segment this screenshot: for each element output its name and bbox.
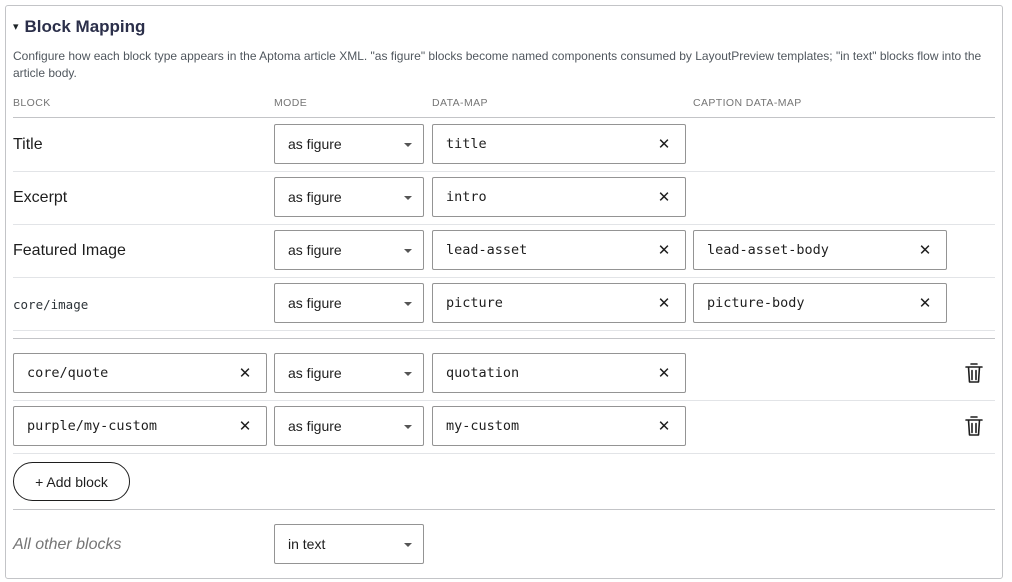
chevron-down-icon <box>404 249 412 253</box>
data-map-field-title: ✕ <box>432 124 686 164</box>
column-header-mode: MODE <box>274 97 308 109</box>
row-divider <box>13 400 995 401</box>
chevron-down-icon <box>404 425 412 429</box>
data-map-input[interactable] <box>433 354 643 392</box>
mode-select-value: as figure <box>288 242 342 258</box>
panel-toggle[interactable]: ▾ Block Mapping <box>13 17 145 37</box>
row-label-core-image: core/image <box>13 297 89 312</box>
row-divider <box>13 171 995 172</box>
section-divider <box>13 338 995 339</box>
trash-icon[interactable] <box>964 415 984 437</box>
close-icon[interactable]: ✕ <box>657 136 671 152</box>
mode-select-value: as figure <box>288 136 342 152</box>
caption-data-map-field-core-image: ✕ <box>693 283 947 323</box>
custom-block-input[interactable] <box>14 354 224 392</box>
data-map-field-featured-image: ✕ <box>432 230 686 270</box>
column-header-data-map: DATA-MAP <box>432 97 488 109</box>
close-icon[interactable]: ✕ <box>238 418 252 434</box>
data-map-input[interactable] <box>433 178 643 216</box>
chevron-down-icon <box>404 372 412 376</box>
data-map-field-core-image: ✕ <box>432 283 686 323</box>
mode-select-title[interactable]: as figure <box>274 124 424 164</box>
mode-select-value: in text <box>288 536 326 552</box>
mode-select-core-image[interactable]: as figure <box>274 283 424 323</box>
mode-select-value: as figure <box>288 189 342 205</box>
row-label-excerpt: Excerpt <box>13 189 68 206</box>
panel-title: Block Mapping <box>24 17 146 36</box>
column-header-block: BLOCK <box>13 97 51 109</box>
custom-block-input[interactable] <box>14 407 224 445</box>
close-icon[interactable]: ✕ <box>918 295 932 311</box>
row-label-featured-image: Featured Image <box>13 242 126 259</box>
chevron-down-icon <box>404 143 412 147</box>
caption-data-map-field-featured-image: ✕ <box>693 230 947 270</box>
mode-select-fallback[interactable]: in text <box>274 524 424 564</box>
data-map-field-core-quote: ✕ <box>432 353 686 393</box>
data-map-input[interactable] <box>433 125 643 163</box>
close-icon[interactable]: ✕ <box>657 295 671 311</box>
data-map-field-my-custom: ✕ <box>432 406 686 446</box>
close-icon[interactable]: ✕ <box>657 365 671 381</box>
data-map-field-excerpt: ✕ <box>432 177 686 217</box>
panel-description: Configure how each block type appears in… <box>13 49 982 80</box>
chevron-down-icon <box>404 543 412 547</box>
caption-data-map-input[interactable] <box>694 284 904 322</box>
mode-select-core-quote[interactable]: as figure <box>274 353 424 393</box>
block-mapping-panel: ▾ Block Mapping Configure how each block… <box>5 5 1003 579</box>
close-icon[interactable]: ✕ <box>238 365 252 381</box>
trash-icon[interactable] <box>964 362 984 384</box>
section-divider <box>13 509 995 510</box>
mode-select-value: as figure <box>288 365 342 381</box>
row-divider <box>13 277 995 278</box>
fallback-label: All other blocks <box>13 536 122 553</box>
row-divider <box>13 330 995 331</box>
column-header-caption-data-map: CAPTION DATA-MAP <box>693 97 802 109</box>
row-divider <box>13 224 995 225</box>
row-label-title: Title <box>13 136 43 153</box>
data-map-input[interactable] <box>433 407 643 445</box>
add-block-button[interactable]: + Add block <box>13 462 130 501</box>
custom-block-field-core-quote: ✕ <box>13 353 267 393</box>
close-icon[interactable]: ✕ <box>657 242 671 258</box>
close-icon[interactable]: ✕ <box>918 242 932 258</box>
close-icon[interactable]: ✕ <box>657 418 671 434</box>
mode-select-featured-image[interactable]: as figure <box>274 230 424 270</box>
mode-select-my-custom[interactable]: as figure <box>274 406 424 446</box>
custom-block-field-my-custom: ✕ <box>13 406 267 446</box>
chevron-down-icon <box>404 302 412 306</box>
caret-down-icon: ▾ <box>13 20 19 33</box>
chevron-down-icon <box>404 196 412 200</box>
mode-select-excerpt[interactable]: as figure <box>274 177 424 217</box>
data-map-input[interactable] <box>433 284 643 322</box>
mode-select-value: as figure <box>288 295 342 311</box>
data-map-input[interactable] <box>433 231 643 269</box>
row-divider <box>13 453 995 454</box>
caption-data-map-input[interactable] <box>694 231 904 269</box>
mode-select-value: as figure <box>288 418 342 434</box>
close-icon[interactable]: ✕ <box>657 189 671 205</box>
header-divider <box>13 117 995 118</box>
